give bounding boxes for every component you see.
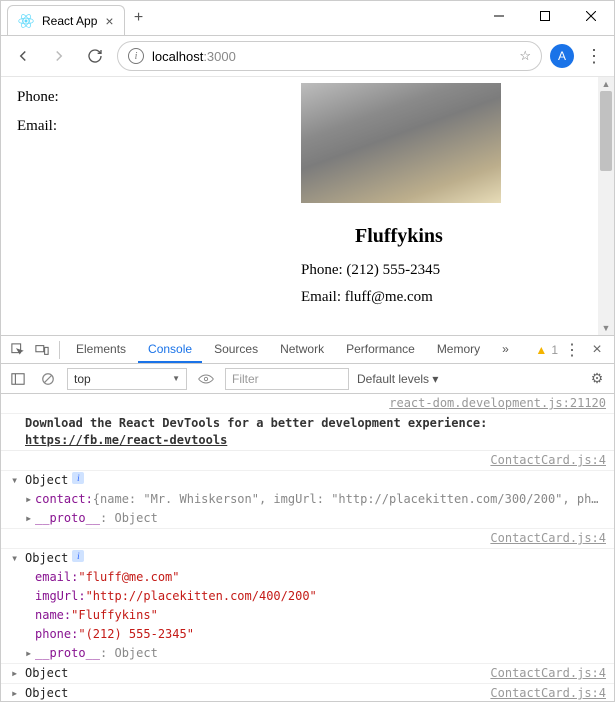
profile-avatar[interactable]: A [550,44,574,68]
clear-console-icon[interactable] [37,368,59,390]
page-content: Phone: Email: Fluffykins Phone: (212) 55… [1,77,614,335]
react-devtools-link[interactable]: https://fb.me/react-devtools [25,433,227,447]
scroll-up-icon[interactable]: ▲ [598,77,614,91]
devtools-menu-icon[interactable]: ⋮ [560,338,584,362]
console-object-row: name: "Fluffykins" [1,606,614,625]
devtools-close-icon[interactable]: × [586,339,608,361]
console-sidebar-icon[interactable] [7,368,29,390]
address-bar[interactable]: i localhost:3000 ☆ [117,41,542,71]
browser-toolbar: i localhost:3000 ☆ A ⋮ [1,35,614,77]
window-maximize[interactable] [522,1,568,31]
console-filter-input[interactable]: Filter [225,368,349,390]
url-host: localhost [152,49,203,64]
console-toolbar: top▼ Filter Default levels ▾ ⚙ [1,364,614,394]
info-icon[interactable]: i [72,472,84,484]
inspect-element-icon[interactable] [7,339,29,361]
devtools-tab-performance[interactable]: Performance [336,336,425,363]
console-line: Download the React DevTools for a better… [1,414,614,451]
tab-close-icon[interactable]: × [105,14,113,28]
devtools-tab-sources[interactable]: Sources [204,336,268,363]
bookmark-star-icon[interactable]: ☆ [519,48,531,64]
site-info-icon[interactable]: i [128,48,144,64]
reload-button[interactable] [81,42,109,70]
info-icon[interactable]: i [72,550,84,562]
console-object-header[interactable]: ▾Objecti [1,549,614,568]
source-link[interactable]: ContactCard.js:4 [490,685,606,701]
devtools-tab-more[interactable]: » [492,336,519,363]
console-line: ContactCard.js:4 [1,529,614,549]
console-object-row[interactable]: ▸__proto__: Object [1,644,614,664]
chrome-menu-icon[interactable]: ⋮ [582,44,606,68]
console-object-row: email: "fluff@me.com" [1,568,614,587]
contact-email: Email: fluff@me.com [301,289,591,306]
source-link[interactable]: react-dom.development.js:21120 [389,395,606,412]
scroll-thumb[interactable] [600,91,612,171]
console-line: ContactCard.js:4 [1,451,614,471]
console-object-header[interactable]: ▾Objecti [1,471,614,490]
console-object-row[interactable]: ▸contact: {name: "Mr. Whiskerson", imgUr… [1,490,614,509]
devtools-tab-memory[interactable]: Memory [427,336,490,363]
window-close[interactable] [568,1,614,31]
console-object-row[interactable]: ▸__proto__: Object [1,509,614,529]
console-object-header[interactable]: ▸ObjectContactCard.js:4 [1,664,614,684]
tab-title: React App [42,14,97,28]
contact-image [301,83,501,203]
source-link[interactable]: ContactCard.js:4 [490,530,606,547]
contact-name: Fluffykins [355,225,591,248]
devtools-panel: Elements Console Sources Network Perform… [1,335,614,701]
live-expression-icon[interactable] [195,368,217,390]
browser-tabs: React App × + [1,1,476,35]
console-object-row: phone: "(212) 555-2345" [1,625,614,644]
devtools-tab-network[interactable]: Network [270,336,334,363]
window-minimize[interactable] [476,1,522,31]
window-titlebar: React App × + [1,1,614,35]
source-link[interactable]: ContactCard.js:4 [490,452,606,469]
forward-button[interactable] [45,42,73,70]
console-object-row: imgUrl: "http://placekitten.com/400/200" [1,587,614,606]
devtools-warning-count[interactable]: ▲1 [535,343,558,357]
console-object-header[interactable]: ▸ObjectContactCard.js:4 [1,684,614,701]
window-controls [476,1,614,31]
contact-card: Fluffykins Phone: (212) 555-2345 Email: … [301,83,591,316]
console-output: react-dom.development.js:21120 Download … [1,394,614,701]
device-toolbar-icon[interactable] [31,339,53,361]
chevron-down-icon: ▼ [172,374,180,383]
browser-tab-active[interactable]: React App × [7,5,125,35]
scroll-down-icon[interactable]: ▼ [598,321,614,335]
devtools-tab-console[interactable]: Console [138,336,202,363]
warning-icon: ▲ [535,343,547,357]
react-favicon [18,13,34,29]
back-button[interactable] [9,42,37,70]
log-level-selector[interactable]: Default levels ▾ [357,372,438,386]
console-line: react-dom.development.js:21120 [1,394,614,414]
context-selector[interactable]: top▼ [67,368,187,390]
source-link[interactable]: ContactCard.js:4 [490,665,606,682]
devtools-tab-elements[interactable]: Elements [66,336,136,363]
url-path: :3000 [203,49,236,64]
new-tab-button[interactable]: + [125,4,153,32]
contact-phone: Phone: (212) 555-2345 [301,262,591,279]
page-scrollbar[interactable]: ▲ ▼ [598,77,614,335]
page-viewport: Phone: Email: Fluffykins Phone: (212) 55… [1,77,614,335]
divider [59,341,60,359]
devtools-tabstrip: Elements Console Sources Network Perform… [1,336,614,364]
console-settings-icon[interactable]: ⚙ [586,368,608,390]
